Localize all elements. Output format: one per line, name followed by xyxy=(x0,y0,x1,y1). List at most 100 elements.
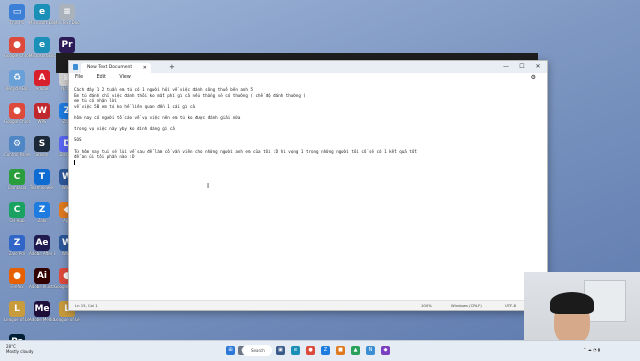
search-label: Search xyxy=(251,348,265,353)
desktop-icon-label: Mới Text Document xyxy=(54,20,80,25)
taskbar-app-icon[interactable]: ▲ xyxy=(351,346,360,355)
desktop-icon-label: Google Chrome xyxy=(4,119,30,124)
desktop-icon[interactable]: S Steam xyxy=(29,136,55,157)
desktop-icon-label: TeamViewer xyxy=(29,185,55,190)
desktop-icon[interactable]: eMicrosoft Edge xyxy=(29,4,55,25)
desktop-app-icon: Z xyxy=(34,202,50,218)
taskbar-app-icon[interactable]: ● xyxy=(306,346,315,355)
close-window-button[interactable]: ✕ xyxy=(531,61,545,73)
desktop-icon[interactable]: AiAdobe Illustrator xyxy=(29,268,55,289)
desktop-icon[interactable]: ♻ Recycle Bin xyxy=(4,70,30,91)
desktop-icon[interactable]: eMicrosoft Edge xyxy=(29,37,55,58)
zoom-level: 100% xyxy=(421,303,432,308)
desktop-icon-label: Control Panel xyxy=(4,152,30,157)
desktop-icon-label: Recycle Bin xyxy=(5,86,29,91)
desktop-icon-label: Camtasia xyxy=(7,185,27,190)
weather-desc: Mostly cloudy xyxy=(6,349,34,354)
tab-title: New Text Document xyxy=(87,65,133,70)
desktop-icon-label: Adobe After Effects xyxy=(29,251,55,256)
desktop-app-icon: C xyxy=(9,202,25,218)
desktop-app-icon: Me xyxy=(34,301,50,317)
text-line xyxy=(74,159,542,166)
notepad-window: New Text Document ✕ + — ☐ ✕ File Edit Vi… xyxy=(68,60,548,311)
taskbar-app-icon[interactable]: ◆ xyxy=(381,346,390,355)
desktop-app-icon: ● xyxy=(9,268,25,284)
new-tab-button[interactable]: + xyxy=(169,61,175,73)
desktop-icon-label: Adobe Illustrator xyxy=(29,284,55,289)
desktop-icon[interactable]: ●Google Chrome xyxy=(4,103,30,124)
menu-bar: File Edit View ⚙ xyxy=(69,73,547,83)
desktop-icon-label: Firefox xyxy=(10,284,24,289)
desktop-icon[interactable]: ⚙ Control Panel xyxy=(4,136,30,157)
taskbar-app-icon[interactable]: ⊞ xyxy=(226,346,235,355)
desktop-icon[interactable]: C Camtasia xyxy=(4,169,30,190)
desktop-icon[interactable]: ●Google Chrome xyxy=(4,37,30,58)
maximize-button[interactable]: ☐ xyxy=(515,61,529,73)
desktop-icon[interactable]: A Adobe xyxy=(29,70,55,91)
desktop-icon-label: CH Hub xyxy=(9,218,25,223)
desktop-icon-label: Adobe Media Encoder xyxy=(29,317,55,322)
desktop-app-icon: e xyxy=(34,4,50,20)
menu-view[interactable]: View xyxy=(119,75,130,80)
desktop-app-icon: ⚙ xyxy=(9,136,25,152)
desktop-app-icon: T xyxy=(34,169,50,185)
desktop-app-icon: ● xyxy=(9,103,25,119)
desktop-app-icon: Z xyxy=(9,235,25,251)
taskbar-app-icon[interactable]: Z xyxy=(321,346,330,355)
document-tab[interactable]: New Text Document ✕ xyxy=(81,63,151,73)
desktop-app-icon: ♻ xyxy=(9,70,25,86)
desktop-icon-label: Steam xyxy=(35,152,49,157)
desktop-icon[interactable]: T TeamViewer xyxy=(29,169,55,190)
desktop-app-icon: Ai xyxy=(34,268,50,284)
desktop-icon[interactable]: ▭ This PC xyxy=(4,4,30,25)
desktop-icon[interactable]: LLeague of Legends xyxy=(4,301,30,322)
desktop-app-icon: ≡ xyxy=(59,4,75,20)
desktop-app-icon: S xyxy=(34,136,50,152)
text-caret xyxy=(74,159,75,165)
desktop-icon-label: Adobe xyxy=(35,86,49,91)
desktop-icon-label: League of Legends xyxy=(54,317,80,322)
taskbar-app-icon[interactable]: e xyxy=(291,346,300,355)
desktop-app-icon: e xyxy=(34,37,50,53)
desktop-icon[interactable]: MeAdobe Media Encoder xyxy=(29,301,55,322)
desktop-icon[interactable]: W WPS xyxy=(29,103,55,124)
desktop-icon-label: League of Legends xyxy=(4,317,30,322)
weather-widget[interactable]: 28°C Mostly cloudy xyxy=(6,344,34,354)
taskbar-app-icon[interactable]: ▣ xyxy=(276,346,285,355)
taskbar: 28°C Mostly cloudy ⊞⌕▣e●Z■▲N◆ Search ⌃ ☁… xyxy=(0,340,640,361)
desktop-icon[interactable]: C CH Hub xyxy=(4,202,30,223)
menu-file[interactable]: File xyxy=(75,75,83,80)
encoding: UTF-8 xyxy=(505,303,517,308)
close-tab-icon[interactable]: ✕ xyxy=(143,63,147,73)
text-cursor-icon: I xyxy=(207,182,210,190)
taskbar-app-icon[interactable]: N xyxy=(366,346,375,355)
menu-edit[interactable]: Edit xyxy=(97,75,106,80)
desktop-icon[interactable]: AeAdobe After Effects xyxy=(29,235,55,256)
desktop-icon-label: Microsoft Edge xyxy=(29,53,55,58)
text-editor[interactable]: Cách đây 1 2 tuần em tú có 1 người hỏi v… xyxy=(69,83,547,301)
desktop-icon-label: This PC xyxy=(9,20,25,25)
desktop-app-icon: W xyxy=(34,103,50,119)
taskbar-app-icon[interactable]: ■ xyxy=(336,346,345,355)
desktop-icon[interactable]: Z Zalo Pro xyxy=(4,235,30,256)
desktop-app-icon: A xyxy=(34,70,50,86)
desktop-app-icon: L xyxy=(9,301,25,317)
system-tray[interactable]: ⌃ ☁ ◔ ▮ xyxy=(583,347,600,352)
settings-icon[interactable]: ⚙ xyxy=(531,73,536,83)
desktop-icon[interactable]: Z Zalo xyxy=(29,202,55,223)
desktop-icon[interactable]: ● Firefox xyxy=(4,268,30,289)
cursor-position: Ln 15, Col 1 xyxy=(75,303,98,308)
desktop-app-icon: C xyxy=(9,169,25,185)
taskbar-search[interactable]: Search xyxy=(242,345,272,356)
title-bar[interactable]: New Text Document ✕ + — ☐ ✕ xyxy=(69,61,547,73)
desktop-icon-label: WPS xyxy=(37,119,47,124)
desktop-app-icon: Pr xyxy=(59,37,75,53)
notepad-app-icon xyxy=(73,64,78,70)
minimize-button[interactable]: — xyxy=(499,61,513,73)
status-bar: Ln 15, Col 1 100% Windows (CRLF) UTF-8 xyxy=(69,300,547,310)
desktop-app-icon: Ae xyxy=(34,235,50,251)
desktop-icon[interactable]: ≡Mới Text Document xyxy=(54,4,80,25)
line-ending: Windows (CRLF) xyxy=(451,303,482,308)
desktop-icon-label: Zalo Pro xyxy=(8,251,26,256)
desktop-icon-label: Microsoft Edge xyxy=(29,20,55,25)
